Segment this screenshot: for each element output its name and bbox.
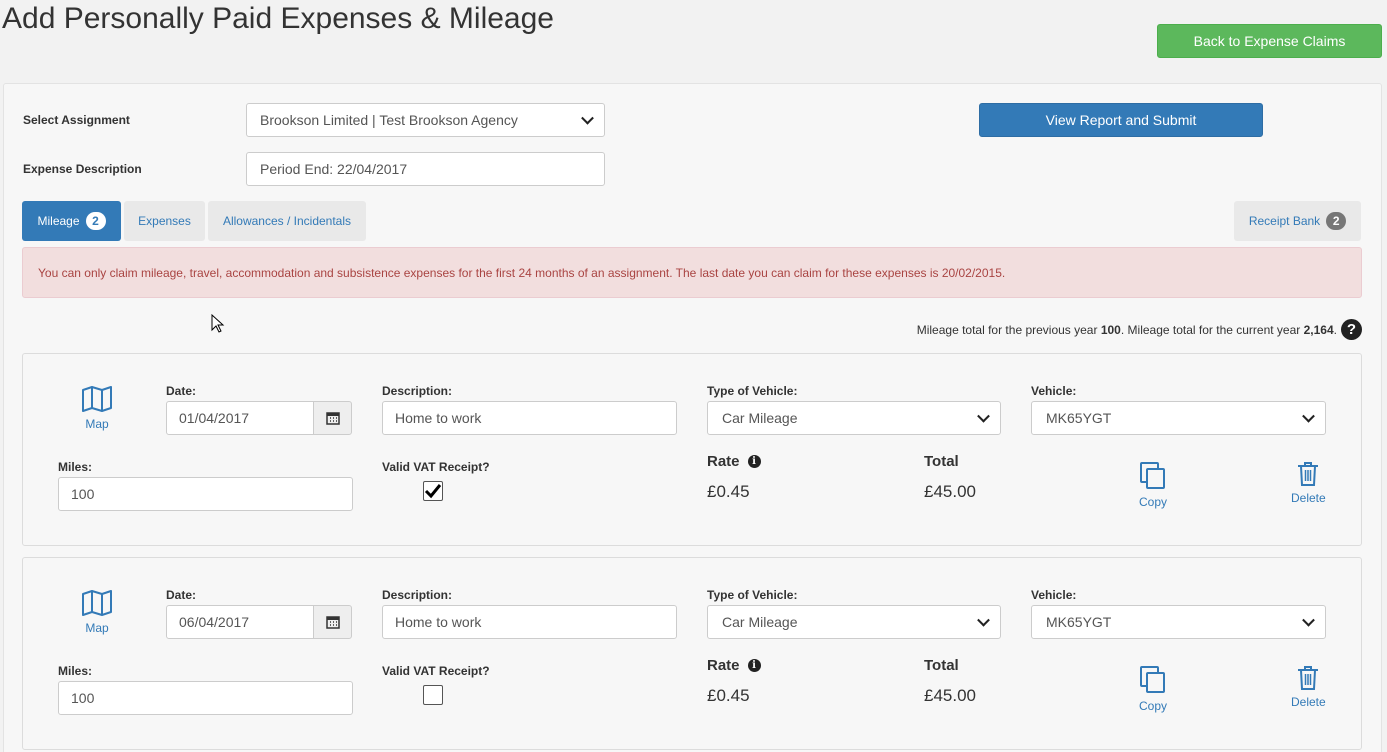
map-button[interactable]: Map	[81, 385, 113, 431]
assignment-warning-alert: You can only claim mileage, travel, acco…	[22, 247, 1362, 298]
previous-year-mileage: 100	[1100, 323, 1121, 337]
total-label: Total	[924, 453, 959, 470]
total-label: Total	[924, 657, 959, 674]
calendar-icon	[325, 616, 340, 629]
rate-label: Rate i	[707, 453, 761, 470]
vehicle-type-select[interactable]: Car Mileage	[707, 605, 1001, 639]
date-input[interactable]: 01/04/2017	[166, 401, 316, 435]
tab-allowances-label: Allowances / Incidentals	[222, 214, 352, 228]
tab-expenses[interactable]: Expenses	[124, 201, 205, 241]
chevron-down-icon	[1302, 613, 1315, 627]
copy-icon	[1140, 462, 1165, 489]
chevron-down-icon	[581, 111, 594, 125]
valid-vat-receipt-checkbox[interactable]	[423, 685, 443, 705]
miles-input[interactable]: 100	[58, 477, 353, 511]
help-icon[interactable]: ?	[1341, 319, 1362, 340]
description-input[interactable]: Home to work	[382, 401, 677, 435]
map-button[interactable]: Map	[81, 589, 113, 635]
vehicle-select[interactable]: MK65YGT	[1031, 401, 1326, 435]
expense-description-label: Expense Description	[23, 162, 142, 176]
chevron-down-icon	[977, 409, 990, 423]
vehicle-select[interactable]: MK65YGT	[1031, 605, 1326, 639]
copy-button[interactable]: Copy	[1139, 665, 1167, 713]
select-assignment-label: Select Assignment	[23, 113, 130, 127]
date-input[interactable]: 06/04/2017	[166, 605, 316, 639]
miles-input[interactable]: 100	[58, 681, 353, 715]
map-icon	[82, 386, 112, 412]
assignment-select-value: Brookson Limited | Test Brookson Agency	[260, 112, 518, 128]
vehicle-type-select[interactable]: Car Mileage	[707, 401, 1001, 435]
calendar-icon	[325, 412, 340, 425]
description-label: Description:	[382, 588, 453, 602]
total-value: £45.00	[924, 686, 976, 705]
description-input[interactable]: Home to work	[382, 605, 677, 639]
page-title: Add Personally Paid Expenses & Mileage	[2, 2, 554, 35]
chevron-down-icon	[977, 613, 990, 627]
tab-mileage[interactable]: Mileage 2	[22, 201, 121, 241]
trash-icon	[1298, 666, 1319, 690]
mileage-entry: Map Date: 01/04/2017 Description: Home t…	[22, 353, 1362, 546]
rate-value: £0.45	[707, 482, 750, 501]
calendar-button[interactable]	[313, 605, 352, 639]
rate-value: £0.45	[707, 686, 750, 705]
assignment-select[interactable]: Brookson Limited | Test Brookson Agency	[246, 103, 605, 137]
date-label: Date:	[166, 384, 197, 398]
rate-label: Rate i	[707, 657, 761, 674]
delete-button[interactable]: Delete	[1291, 461, 1326, 505]
total-value: £45.00	[924, 482, 976, 501]
miles-label: Miles:	[58, 460, 93, 474]
trash-icon	[1298, 462, 1319, 486]
type-of-vehicle-label: Type of Vehicle:	[707, 384, 798, 398]
view-report-and-submit-button[interactable]: View Report and Submit	[979, 103, 1263, 137]
vehicle-label: Vehicle:	[1031, 384, 1077, 398]
copy-icon	[1140, 666, 1165, 693]
expense-description-input[interactable]: Period End: 22/04/2017	[246, 152, 605, 186]
valid-vat-receipt-label: Valid VAT Receipt?	[382, 460, 490, 474]
tab-mileage-label: Mileage	[37, 214, 80, 228]
tab-allowances[interactable]: Allowances / Incidentals	[208, 201, 366, 241]
mileage-entry: Map Date: 06/04/2017 Description: Home t…	[22, 557, 1362, 750]
miles-label: Miles:	[58, 664, 93, 678]
mouse-cursor-icon	[211, 314, 225, 333]
valid-vat-receipt-checkbox[interactable]	[423, 481, 443, 501]
expense-description-value: Period End: 22/04/2017	[260, 161, 408, 177]
date-label: Date:	[166, 588, 197, 602]
delete-button[interactable]: Delete	[1291, 665, 1326, 709]
map-icon	[82, 590, 112, 616]
receipt-bank-count-badge: 2	[1326, 212, 1347, 230]
vehicle-label: Vehicle:	[1031, 588, 1077, 602]
receipt-bank-label: Receipt Bank	[1248, 214, 1321, 228]
tab-expenses-label: Expenses	[138, 214, 191, 228]
type-of-vehicle-label: Type of Vehicle:	[707, 588, 798, 602]
calendar-button[interactable]	[313, 401, 352, 435]
chevron-down-icon	[1302, 409, 1315, 423]
tab-receipt-bank[interactable]: Receipt Bank 2	[1234, 201, 1361, 241]
description-label: Description:	[382, 384, 453, 398]
mileage-count-badge: 2	[85, 212, 106, 230]
info-icon[interactable]: i	[747, 659, 761, 672]
valid-vat-receipt-label: Valid VAT Receipt?	[382, 664, 490, 678]
info-icon[interactable]: i	[747, 455, 761, 468]
mileage-summary: Mileage total for the previous year 100.…	[916, 323, 1337, 337]
copy-button[interactable]: Copy	[1139, 461, 1167, 509]
checkmark-icon	[424, 484, 442, 499]
current-year-mileage: 2,164	[1303, 323, 1334, 337]
back-to-expense-claims-button[interactable]: Back to Expense Claims	[1157, 24, 1382, 58]
